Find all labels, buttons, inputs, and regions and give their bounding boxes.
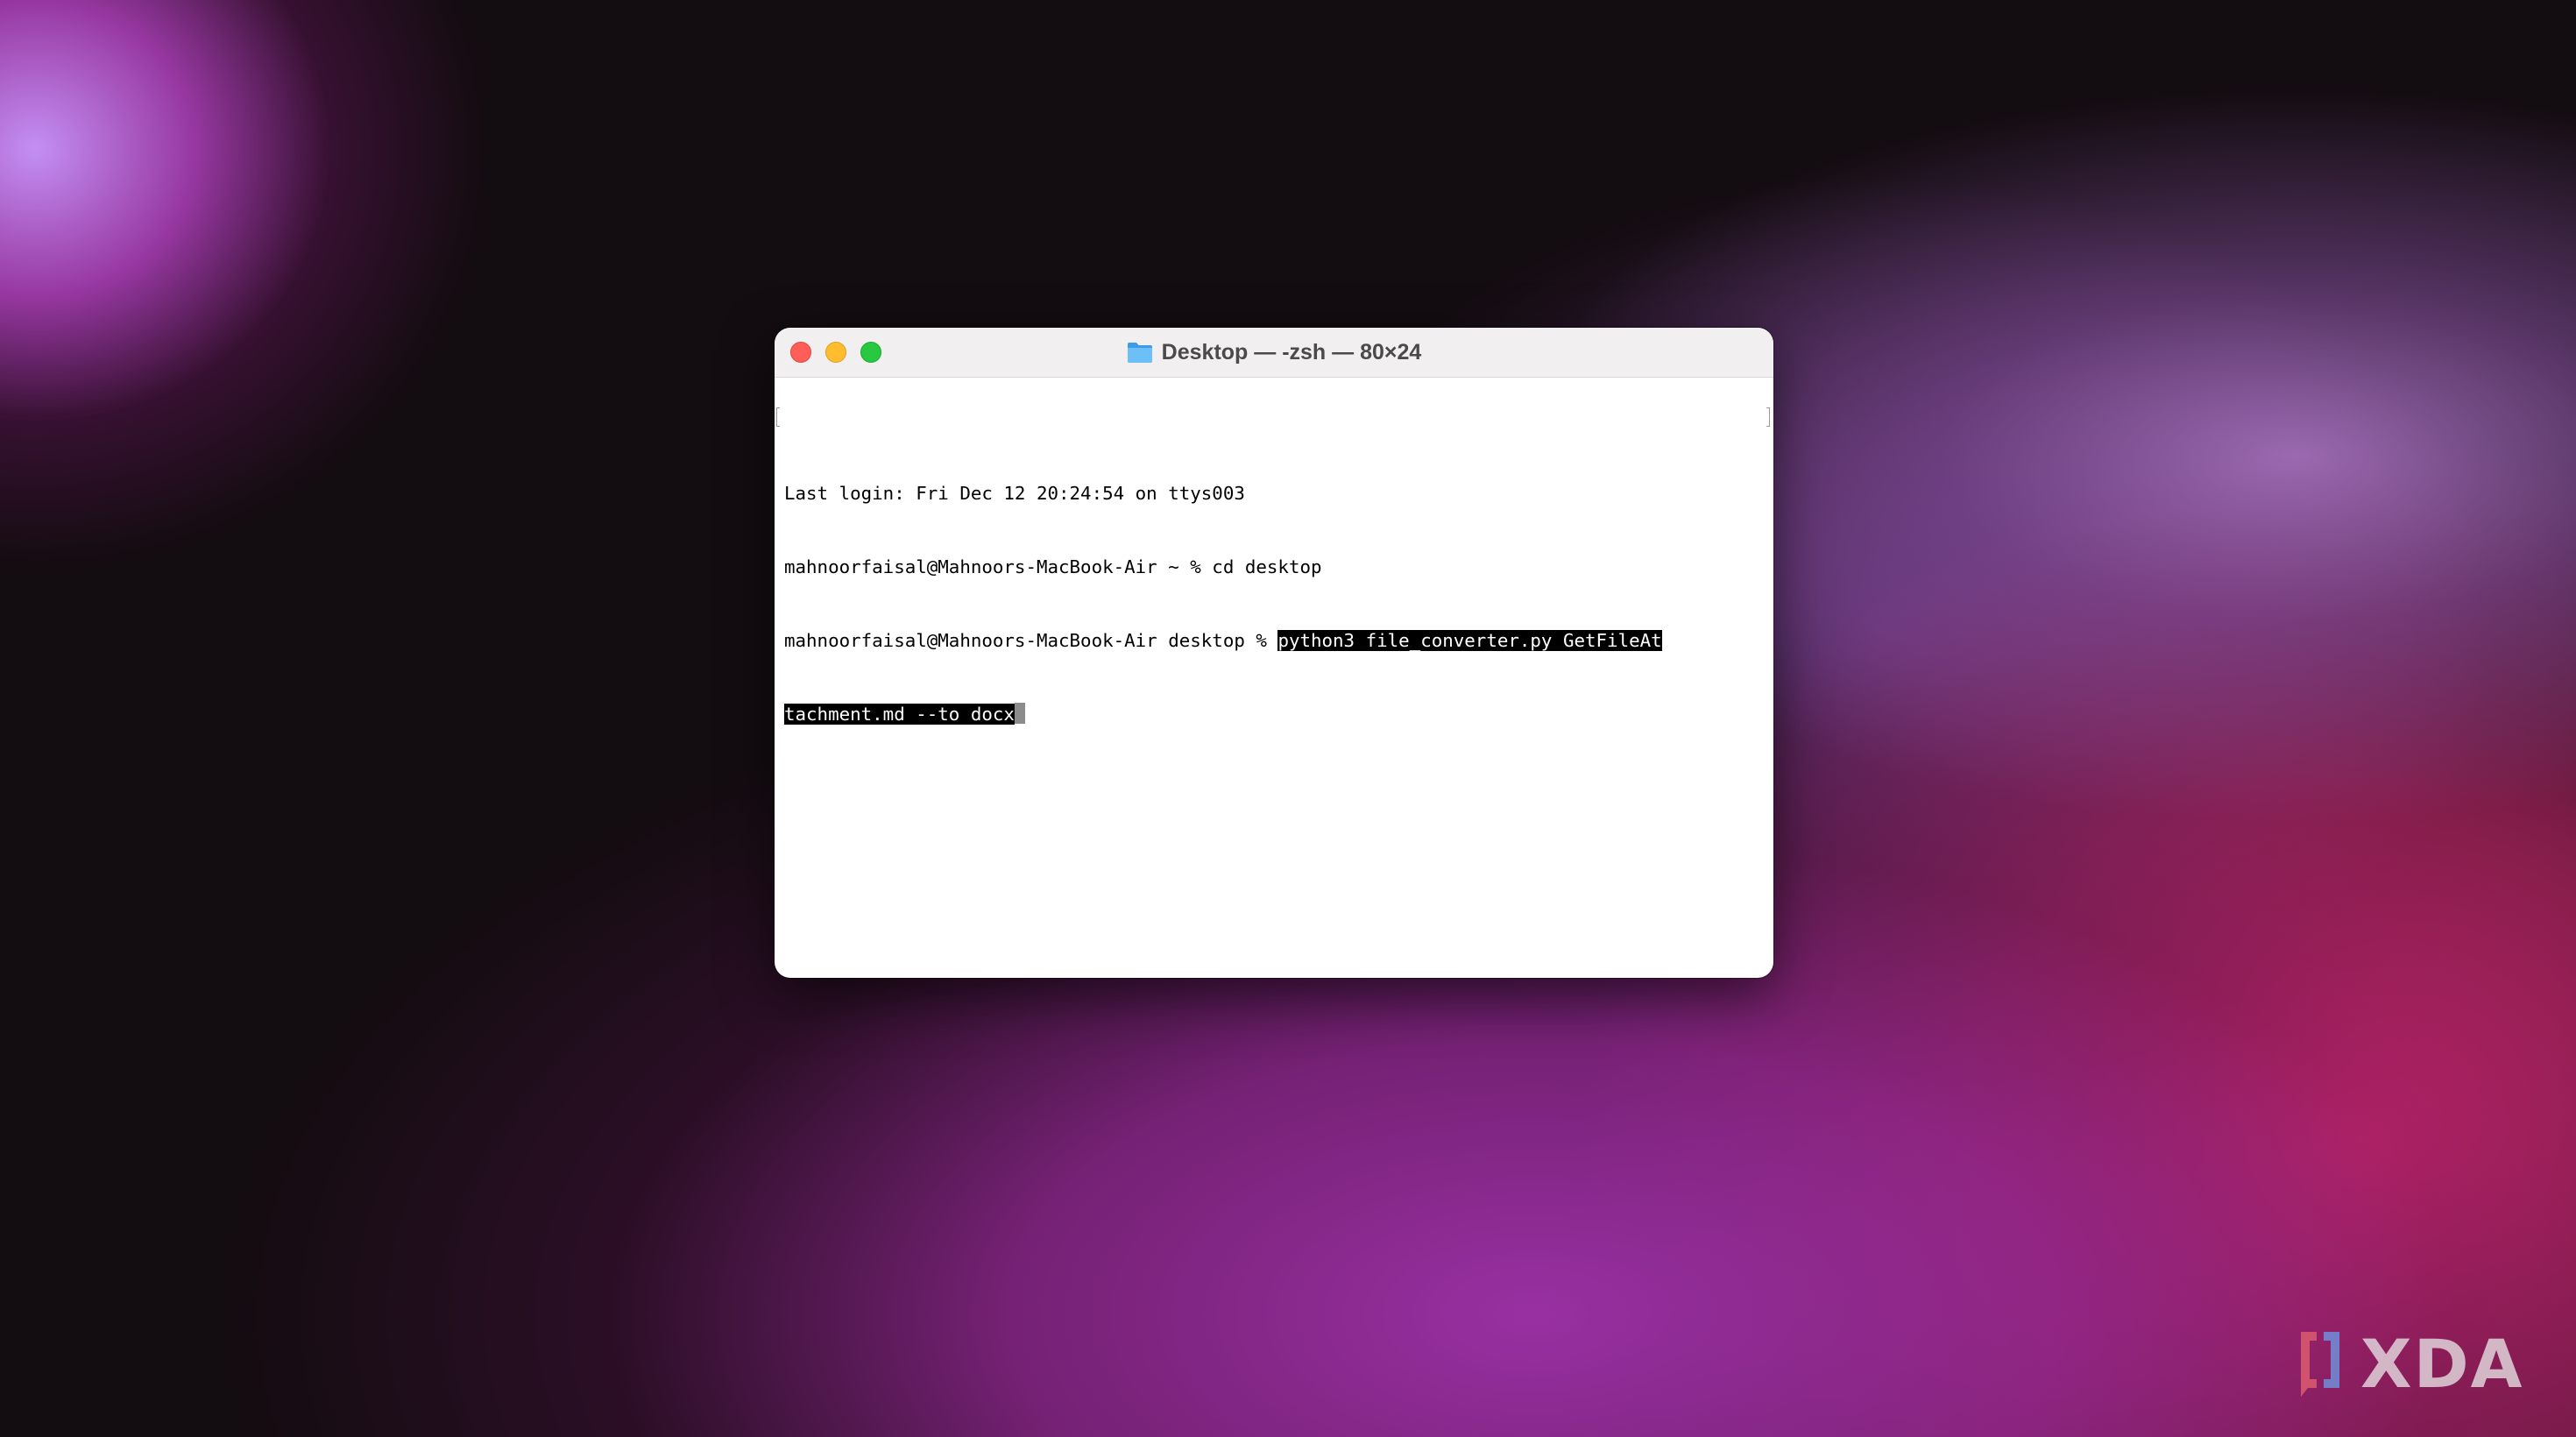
cd-command-text: mahnoorfaisal@Mahnoors-MacBook-Air ~ % c… (784, 556, 1322, 577)
line-mark-right (1766, 407, 1770, 427)
window-title: Desktop — -zsh — 80×24 (1161, 339, 1422, 365)
prompt-text: mahnoorfaisal@Mahnoors-MacBook-Air deskt… (784, 630, 1278, 651)
terminal-line: mahnoorfaisal@Mahnoors-MacBook-Air ~ % c… (784, 555, 1773, 579)
terminal-window[interactable]: Desktop — -zsh — 80×24 Last login: Fri D… (775, 328, 1773, 978)
xda-logo-text: XDA (2360, 1324, 2524, 1403)
window-titlebar[interactable]: Desktop — -zsh — 80×24 (775, 328, 1773, 378)
xda-watermark: XDA (2294, 1324, 2548, 1403)
terminal-line: mahnoorfaisal@Mahnoors-MacBook-Air deskt… (784, 628, 1773, 653)
selected-command-continuation: tachment.md --to docx (784, 704, 1015, 725)
xda-logo-icon (2301, 1332, 2339, 1397)
terminal-line: Last login: Fri Dec 12 20:24:54 on ttys0… (784, 481, 1773, 506)
text-cursor (1014, 703, 1025, 724)
folder-icon (1127, 343, 1152, 363)
selected-command-text: python3 file_converter.py GetFileAt (1277, 630, 1662, 651)
window-title-group: Desktop — -zsh — 80×24 (775, 328, 1773, 377)
line-mark-left (776, 407, 780, 427)
terminal-line: tachment.md --to docx (784, 702, 1773, 726)
terminal-output[interactable]: Last login: Fri Dec 12 20:24:54 on ttys0… (775, 378, 1773, 775)
last-login-text: Last login: Fri Dec 12 20:24:54 on ttys0… (784, 483, 1245, 504)
